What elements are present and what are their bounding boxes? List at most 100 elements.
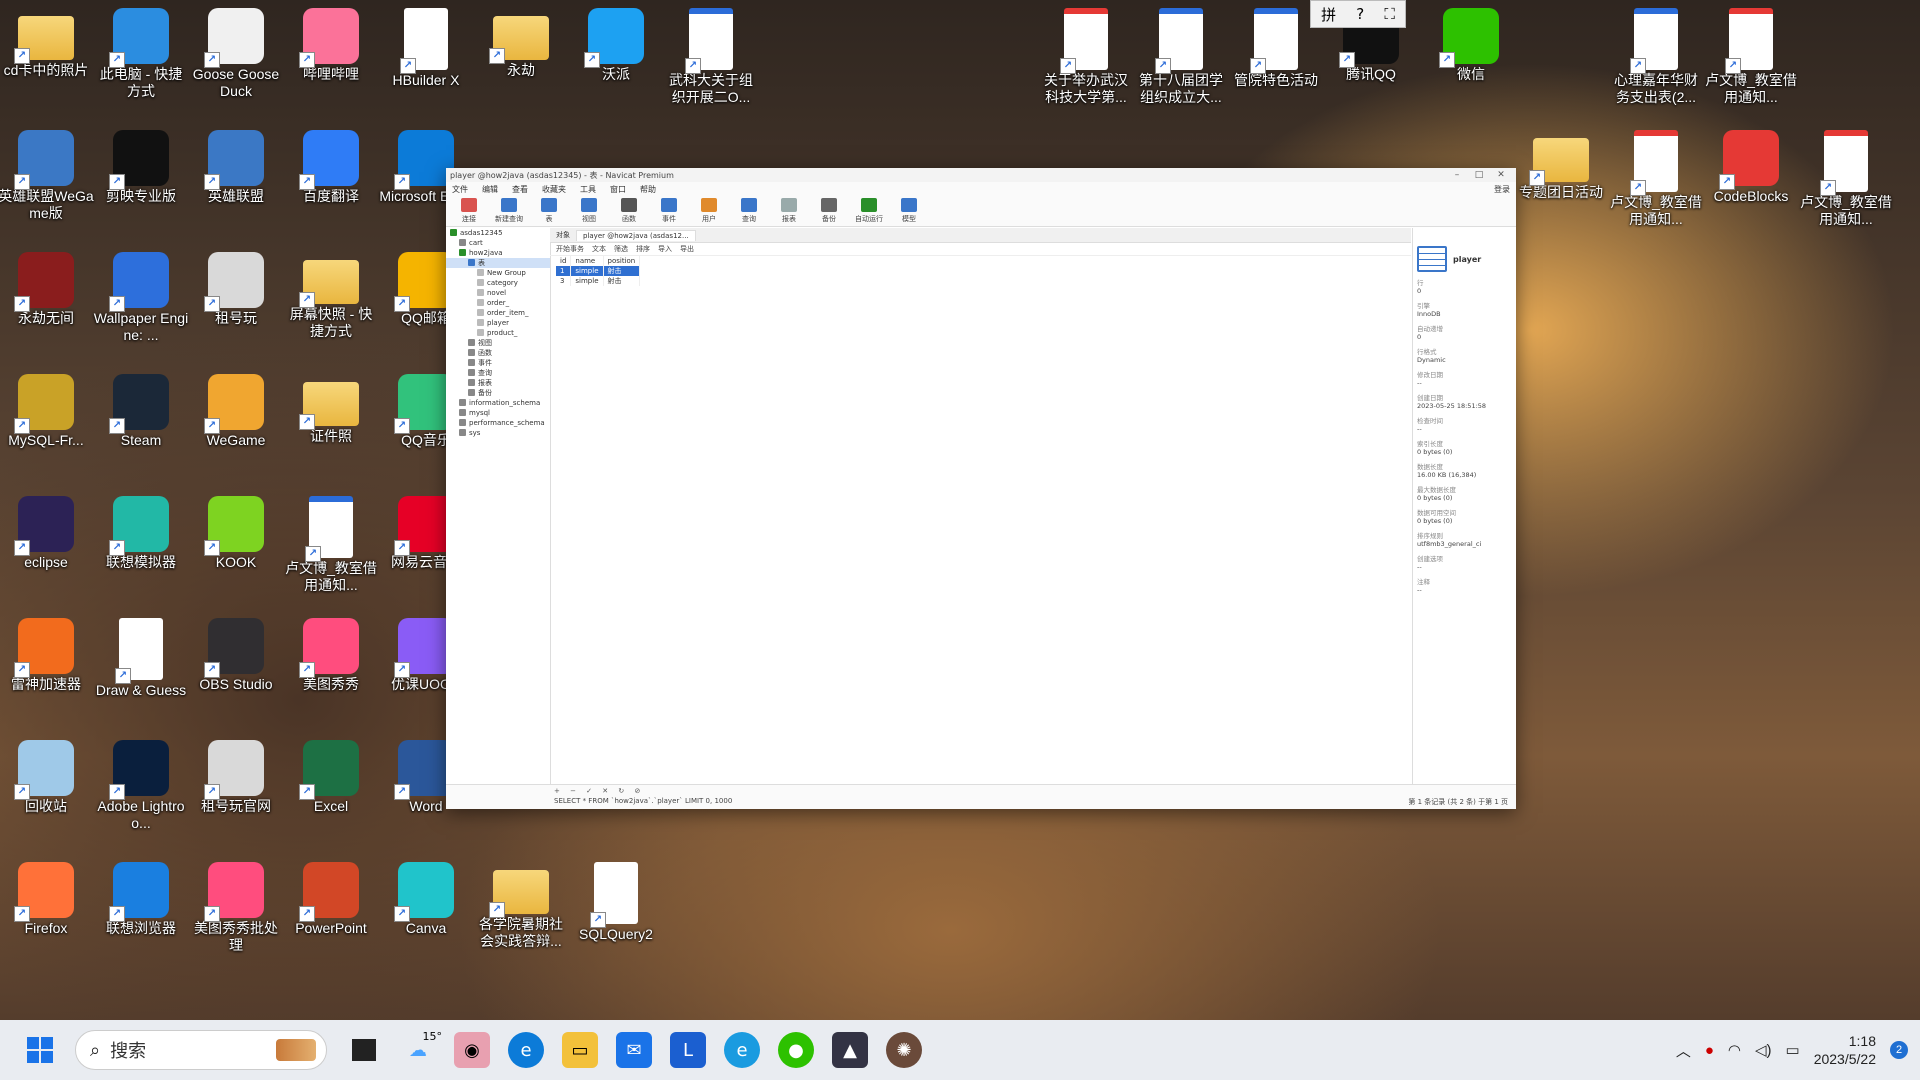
taskbar-app-edge[interactable]: e (508, 1032, 544, 1068)
tree-node[interactable]: information_schema (446, 398, 550, 408)
connection-tree[interactable]: asdas12345 cart how2java 表 New Group category… (446, 228, 551, 785)
toolbar-button[interactable]: 模型 (894, 198, 924, 224)
chevron-up-icon[interactable]: ︿ (1676, 1040, 1691, 1061)
desktop-icon[interactable]: ↗ WeGame (188, 368, 284, 486)
desktop-icon[interactable]: ↗ Excel (283, 734, 379, 852)
maximize-icon[interactable]: □ (1468, 170, 1490, 180)
desktop-icon[interactable]: ↗ 联想模拟器 (93, 490, 189, 608)
taskbar-app-photos[interactable]: ◉ (454, 1032, 490, 1068)
desktop-icon[interactable]: ↗ eclipse (0, 490, 94, 608)
tree-node[interactable]: 报表 (446, 378, 550, 388)
toolbar-button[interactable]: 连接 (454, 198, 484, 224)
ime-help-icon[interactable]: ? (1356, 5, 1364, 23)
tree-node[interactable]: order_item_ (446, 308, 550, 318)
toolbar-button[interactable]: 新建查询 (494, 198, 524, 224)
menu-item[interactable]: 帮助 (640, 184, 656, 195)
desktop-icon[interactable]: ↗ 卢文博_教室借用通知... (1703, 2, 1799, 120)
grid-toolbar-button[interactable]: 文本 (592, 244, 606, 254)
desktop-icon[interactable]: ↗ 各学院暑期社会实践答辩... (473, 856, 569, 974)
desktop-icon[interactable]: ↗ 专题团日活动 (1513, 124, 1609, 242)
table-cell[interactable]: 射击 (603, 276, 641, 286)
desktop-icon[interactable]: ↗ cd卡中的照片 (0, 2, 94, 120)
toolbar-button[interactable]: 报表 (774, 198, 804, 224)
desktop-icon[interactable]: ↗ 联想浏览器 (93, 856, 189, 974)
desktop-icon[interactable]: ↗ KOOK (188, 490, 284, 608)
menu-item[interactable]: 编辑 (482, 184, 498, 195)
table-cell[interactable]: simple (570, 276, 604, 286)
desktop-icon[interactable]: ↗ 永劫无间 (0, 246, 94, 364)
desktop-icon[interactable]: ↗ 英雄联盟 (188, 124, 284, 242)
desktop-icon[interactable]: ↗ Canva (378, 856, 474, 974)
menu-item[interactable]: 文件 (452, 184, 468, 195)
taskbar-app-navicat[interactable]: ✺ (886, 1032, 922, 1068)
tree-node[interactable]: performance_schema (446, 418, 550, 428)
menu-item[interactable]: 查看 (512, 184, 528, 195)
data-grid[interactable]: id name position 1 simple 射击 3 simple 射击 (556, 256, 641, 286)
desktop-icon[interactable]: ↗ 证件照 (283, 368, 379, 486)
toolbar-button[interactable]: 视图 (574, 198, 604, 224)
desktop-icon[interactable]: ↗ 英雄联盟WeGame版 (0, 124, 94, 242)
table-cell[interactable]: 3 (556, 276, 572, 286)
desktop-icon[interactable]: ↗ 沃派 (568, 2, 664, 120)
ime-pinyin-icon[interactable]: 拼 (1321, 4, 1336, 25)
desktop-icon[interactable]: ↗ Draw & Guess (93, 612, 189, 730)
desktop-icon[interactable]: ↗ 回收站 (0, 734, 94, 852)
login-button[interactable]: 登录 (1494, 184, 1510, 195)
tree-node[interactable]: how2java (446, 248, 550, 258)
desktop-icon[interactable]: ↗ 第十八届团学组织成立大... (1133, 2, 1229, 120)
desktop-icon[interactable]: ↗ 微信 (1423, 2, 1519, 120)
taskbar-app-school[interactable]: ▲ (832, 1032, 868, 1068)
minimize-icon[interactable]: – (1446, 170, 1468, 180)
tree-node[interactable]: category (446, 278, 550, 288)
tree-node[interactable]: 查询 (446, 368, 550, 378)
desktop-icon[interactable]: ↗ 卢文博_教室借用通知... (1798, 124, 1894, 242)
tree-node[interactable]: player (446, 318, 550, 328)
desktop-icon[interactable]: ↗ 百度翻译 (283, 124, 379, 242)
desktop-icon[interactable]: ↗ Firefox (0, 856, 94, 974)
tree-node[interactable]: New Group (446, 268, 550, 278)
desktop-icon[interactable]: ↗ CodeBlocks (1703, 124, 1799, 242)
grid-toolbar-button[interactable]: 导入 (658, 244, 672, 254)
record-nav-buttons[interactable]: + − ✓ ✕ ↻ ⊘ (554, 787, 644, 795)
ime-toolbar[interactable]: 拼 ? ⛶ (1310, 0, 1406, 28)
desktop-icon[interactable]: ↗ 美图秀秀 (283, 612, 379, 730)
column-header[interactable]: position (603, 256, 641, 266)
toolbar-button[interactable]: 查询 (734, 198, 764, 224)
menu-item[interactable]: 收藏夹 (542, 184, 566, 195)
toolbar-button[interactable]: 事件 (654, 198, 684, 224)
column-header[interactable]: id (556, 256, 572, 266)
desktop-icon[interactable]: ↗ MySQL-Fr... (0, 368, 94, 486)
desktop-icon[interactable]: ↗ OBS Studio (188, 612, 284, 730)
tree-node[interactable]: mysql (446, 408, 550, 418)
battery-icon[interactable]: ▭ (1786, 1041, 1800, 1059)
desktop-icon[interactable]: ↗ PowerPoint (283, 856, 379, 974)
tab-objects[interactable]: 对象 (556, 230, 570, 240)
tree-node[interactable]: cart (446, 238, 550, 248)
tree-node[interactable]: 备份 (446, 388, 550, 398)
grid-toolbar-button[interactable]: 筛选 (614, 244, 628, 254)
desktop-icon[interactable]: ↗ SQLQuery2 (568, 856, 664, 974)
grid-toolbar-button[interactable]: 开始事务 (556, 244, 584, 254)
qq-tray-icon[interactable]: ● (1705, 1042, 1714, 1059)
tree-node[interactable]: asdas12345 (446, 228, 550, 238)
desktop-icon[interactable]: ↗ 雷神加速器 (0, 612, 94, 730)
tree-node[interactable]: 视图 (446, 338, 550, 348)
table-cell[interactable]: simple (570, 266, 604, 276)
desktop-icon[interactable]: ↗ 关于举办武汉科技大学第... (1038, 2, 1134, 120)
close-icon[interactable]: ✕ (1490, 170, 1512, 180)
menu-item[interactable]: 工具 (580, 184, 596, 195)
desktop-icon[interactable]: ↗ 武科大关于组织开展二O... (663, 2, 759, 120)
tab-player[interactable]: player @how2java (asdas12... (576, 229, 696, 241)
tree-node[interactable]: sys (446, 428, 550, 438)
clock[interactable]: 1:18 2023/5/22 (1814, 1032, 1876, 1068)
grid-toolbar-button[interactable]: 排序 (636, 244, 650, 254)
desktop-icon[interactable]: ↗ 卢文博_教室借用通知... (283, 490, 379, 608)
taskbar-app-browser[interactable]: e (724, 1032, 760, 1068)
tree-node[interactable]: 事件 (446, 358, 550, 368)
desktop-icon[interactable]: ↗ 卢文博_教室借用通知... (1608, 124, 1704, 242)
desktop-icon[interactable]: ↗ 哔哩哔哩 (283, 2, 379, 120)
toolbar-button[interactable]: 备份 (814, 198, 844, 224)
taskbar-app-mail[interactable]: ✉ (616, 1032, 652, 1068)
desktop-icon[interactable]: ↗ 此电脑 - 快捷方式 (93, 2, 189, 120)
taskbar-app-explorer[interactable]: ▭ (562, 1032, 598, 1068)
